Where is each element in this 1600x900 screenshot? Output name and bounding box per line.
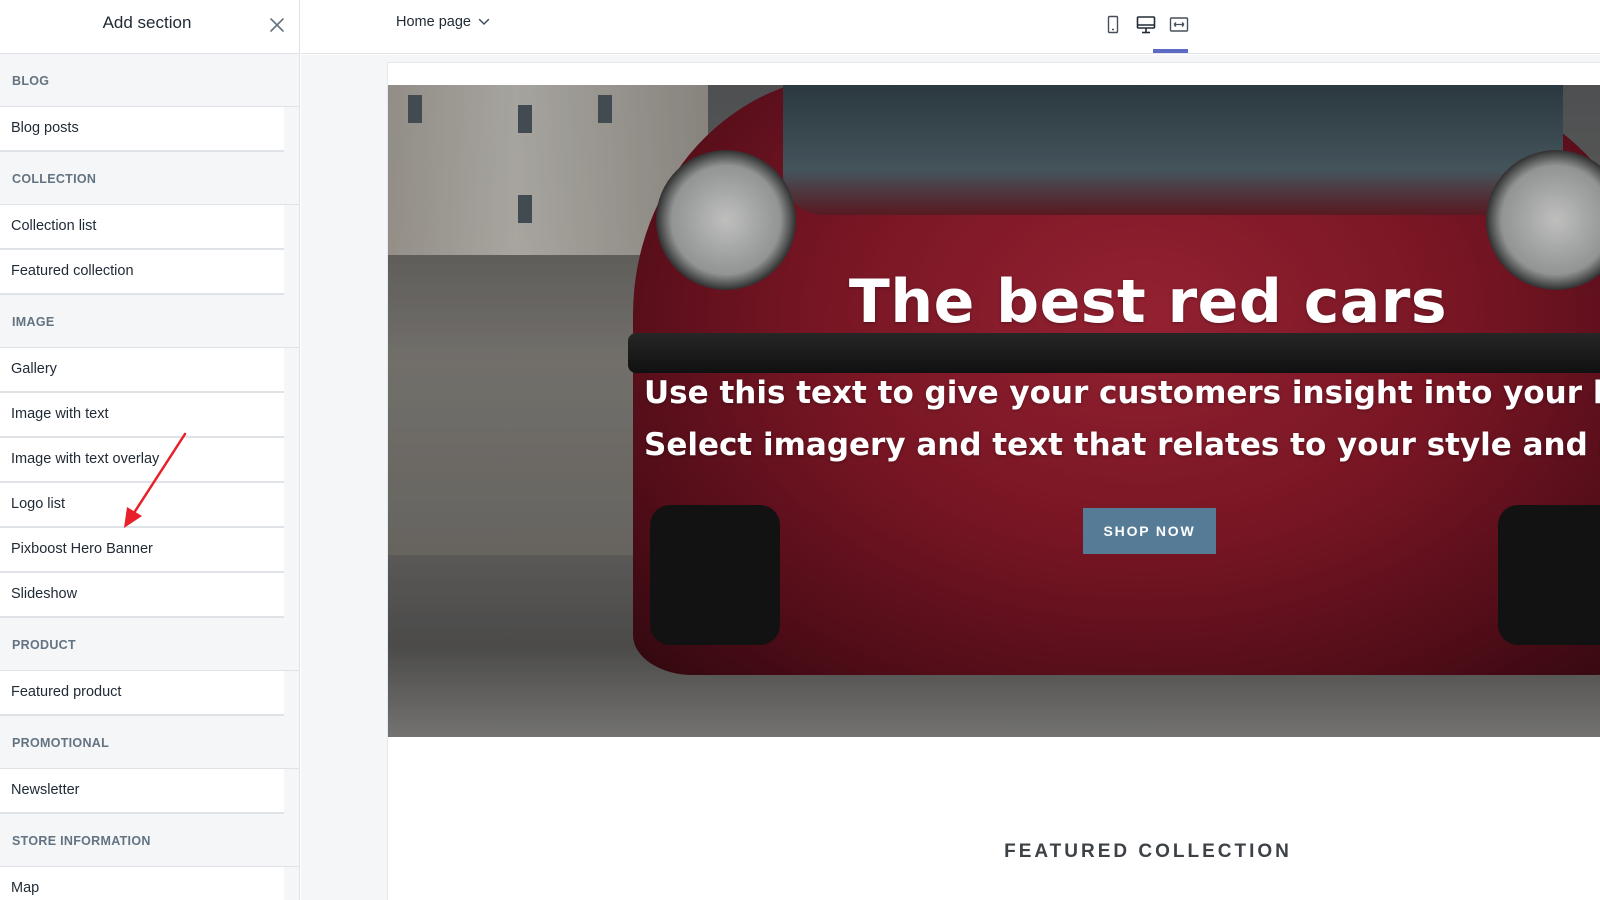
sidebar-header: Add section [0, 0, 299, 54]
section-group-store-information: STORE INFORMATION Map [0, 814, 299, 900]
group-heading: STORE INFORMATION [0, 814, 299, 867]
shop-now-button[interactable]: SHOP NOW [1083, 508, 1216, 554]
section-group-blog: BLOG Blog posts [0, 54, 299, 152]
page-selector[interactable]: Home page [396, 14, 490, 30]
section-group-product: PRODUCT Featured product [0, 618, 299, 716]
group-heading: BLOG [0, 54, 299, 107]
mobile-view-icon[interactable] [1102, 14, 1124, 36]
add-section-sidebar: Add section BLOG Blog posts COLLECTION C… [0, 0, 300, 900]
store-page-canvas: The best red cars Use this text to give … [388, 63, 1600, 900]
hero-subtitle-line: Select imagery and text that relates to … [644, 427, 1600, 463]
hero-banner[interactable]: The best red cars Use this text to give … [388, 85, 1600, 737]
featured-collection-heading: FEATURED COLLECTION [1004, 841, 1292, 862]
editor-topbar: Home page [301, 0, 1600, 54]
hero-title: The best red cars [848, 267, 1448, 337]
section-item-gallery[interactable]: Gallery [0, 348, 284, 393]
section-item-blog-posts[interactable]: Blog posts [0, 107, 284, 152]
chevron-down-icon [478, 18, 490, 26]
section-group-image: IMAGE Gallery Image with text Image with… [0, 295, 299, 618]
section-group-promotional: PROMOTIONAL Newsletter [0, 716, 299, 814]
page-selector-label: Home page [396, 14, 471, 30]
hero-subtitle: Use this text to give your customers ins… [644, 367, 1600, 471]
active-view-indicator [1153, 49, 1188, 53]
group-heading: IMAGE [0, 295, 299, 348]
group-heading: PRODUCT [0, 618, 299, 671]
section-item-map[interactable]: Map [0, 867, 284, 900]
section-item-logo-list[interactable]: Logo list [0, 483, 284, 528]
group-heading: PROMOTIONAL [0, 716, 299, 769]
section-item-slideshow[interactable]: Slideshow [0, 573, 284, 618]
section-item-collection-list[interactable]: Collection list [0, 205, 284, 250]
section-item-image-with-text-overlay[interactable]: Image with text overlay [0, 438, 284, 483]
section-item-pixboost-hero-banner[interactable]: Pixboost Hero Banner [0, 528, 284, 573]
desktop-view-icon[interactable] [1135, 14, 1157, 36]
section-group-collection: COLLECTION Collection list Featured coll… [0, 152, 299, 295]
section-item-featured-product[interactable]: Featured product [0, 671, 284, 716]
full-width-view-icon[interactable] [1168, 14, 1190, 36]
section-item-image-with-text[interactable]: Image with text [0, 393, 284, 438]
section-item-featured-collection[interactable]: Featured collection [0, 250, 284, 295]
group-heading: COLLECTION [0, 152, 299, 205]
sidebar-title: Add section [102, 13, 192, 32]
hero-subtitle-line: Use this text to give your customers ins… [644, 375, 1600, 411]
section-item-newsletter[interactable]: Newsletter [0, 769, 284, 814]
theme-preview: The best red cars Use this text to give … [301, 55, 1600, 900]
close-icon[interactable] [267, 15, 287, 35]
